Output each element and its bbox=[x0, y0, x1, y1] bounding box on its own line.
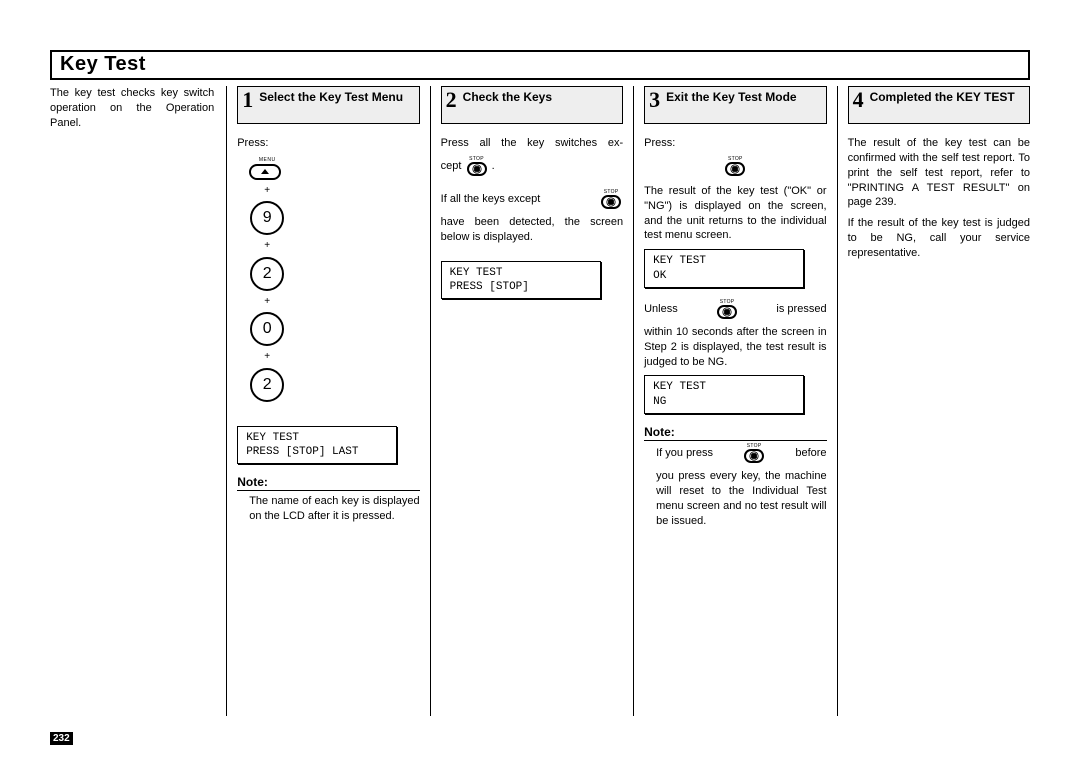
keypad-9-icon: 9 bbox=[250, 201, 284, 235]
step4-column: 4 Completed the KEY TEST The result of t… bbox=[838, 86, 1030, 716]
step3-lcd-ng: KEY TEST NG bbox=[644, 375, 804, 414]
step1-press-label: Press: bbox=[237, 136, 419, 151]
stop-key-icon: STOP bbox=[717, 300, 737, 319]
stop-button-icon bbox=[467, 162, 487, 176]
step3-title: Exit the Key Test Mode bbox=[666, 89, 796, 104]
menu-key-icon: MENU bbox=[249, 157, 285, 180]
step2-cept: cept bbox=[441, 159, 462, 174]
step4-title: Completed the KEY TEST bbox=[870, 89, 1015, 104]
keypad-0-icon: 0 bbox=[250, 312, 284, 346]
stop-key-icon: STOP bbox=[467, 157, 487, 176]
stop-button-icon bbox=[717, 305, 737, 319]
plus-icon: + bbox=[264, 239, 270, 253]
step3-note-post: before bbox=[795, 446, 826, 461]
step1-column: 1 Select the Key Test Menu Press: MENU +… bbox=[227, 86, 429, 716]
plus-icon: + bbox=[264, 350, 270, 364]
triangle-up-icon bbox=[261, 169, 269, 174]
lcd-line: KEY TEST bbox=[653, 255, 706, 267]
manual-page: Key Test The key test checks key switch … bbox=[0, 0, 1080, 763]
section-title-box: Key Test bbox=[50, 50, 1030, 80]
plus-icon: + bbox=[264, 184, 270, 198]
step3-unless-post: is pressed bbox=[776, 302, 826, 317]
step2-line-a: Press all the key switches ex- bbox=[441, 136, 623, 151]
step2-dot: . bbox=[492, 159, 495, 174]
lcd-line: NG bbox=[653, 396, 666, 408]
step4-number: 4 bbox=[853, 89, 864, 111]
stop-key-icon: STOP bbox=[744, 444, 764, 463]
lcd-line: PRESS [STOP] bbox=[450, 281, 529, 293]
stop-button-icon bbox=[725, 162, 745, 176]
step3-press-label: Press: bbox=[644, 136, 826, 151]
page-number: 232 bbox=[50, 732, 73, 745]
stop-key-icon: STOP bbox=[601, 190, 621, 209]
stop-button-icon bbox=[744, 449, 764, 463]
step1-note-body: The name of each key is displayed on the… bbox=[237, 494, 419, 524]
keypad-2-icon: 2 bbox=[250, 257, 284, 291]
step3-para1: The result of the key test ("OK" or "NG"… bbox=[644, 184, 826, 243]
menu-key-label: MENU bbox=[249, 157, 285, 164]
menu-button-icon bbox=[249, 164, 281, 180]
step1-lcd: KEY TEST PRESS [STOP] LAST bbox=[237, 426, 397, 465]
step1-title: Select the Key Test Menu bbox=[259, 89, 403, 104]
step2-title: Check the Keys bbox=[463, 89, 552, 104]
step3-para2: within 10 seconds after the screen in St… bbox=[644, 325, 826, 370]
step1-note-head: Note: bbox=[237, 474, 419, 491]
step3-note-pre: If you press bbox=[656, 446, 713, 461]
section-title: Key Test bbox=[60, 53, 1020, 76]
step2-header: 2 Check the Keys bbox=[441, 86, 623, 124]
plus-icon: + bbox=[264, 295, 270, 309]
step3-header: 3 Exit the Key Test Mode bbox=[644, 86, 826, 124]
step2-line-c: have been detected, the screen below is … bbox=[441, 215, 623, 245]
step4-para1: The result of the key test can be confir… bbox=[848, 136, 1030, 210]
step3-note-head: Note: bbox=[644, 424, 826, 441]
step2-lineb-pre: If all the keys except bbox=[441, 192, 541, 207]
step2-lcd: KEY TEST PRESS [STOP] bbox=[441, 261, 601, 300]
step4-header: 4 Completed the KEY TEST bbox=[848, 86, 1030, 124]
step3-note-body: you press every key, the machine will re… bbox=[656, 469, 826, 528]
step4-para2: If the result of the key test is judged … bbox=[848, 216, 1030, 261]
content-columns: The key test checks key switch operation… bbox=[50, 86, 1030, 716]
lcd-line: KEY TEST bbox=[653, 381, 706, 393]
step3-unless-pre: Unless bbox=[644, 302, 678, 317]
step1-header: 1 Select the Key Test Menu bbox=[237, 86, 419, 124]
lcd-line: PRESS [STOP] LAST bbox=[246, 446, 358, 458]
lcd-line: OK bbox=[653, 270, 666, 282]
intro-column: The key test checks key switch operation… bbox=[50, 86, 226, 716]
step1-key-sequence: MENU + 9 + 2 + 0 + 2 bbox=[237, 157, 297, 402]
step1-number: 1 bbox=[242, 89, 253, 111]
step3-lcd-ok: KEY TEST OK bbox=[644, 249, 804, 288]
lcd-line: KEY TEST bbox=[246, 432, 299, 444]
step3-note: If you press STOP before you press every… bbox=[644, 444, 826, 528]
step3-column: 3 Exit the Key Test Mode Press: STOP The… bbox=[634, 86, 836, 716]
stop-key-icon: STOP bbox=[725, 157, 745, 176]
intro-text: The key test checks key switch operation… bbox=[50, 86, 214, 131]
step2-column: 2 Check the Keys Press all the key switc… bbox=[431, 86, 633, 716]
keypad-2-icon: 2 bbox=[250, 368, 284, 402]
step2-number: 2 bbox=[446, 89, 457, 111]
lcd-line: KEY TEST bbox=[450, 267, 503, 279]
stop-button-icon bbox=[601, 195, 621, 209]
step3-number: 3 bbox=[649, 89, 660, 111]
